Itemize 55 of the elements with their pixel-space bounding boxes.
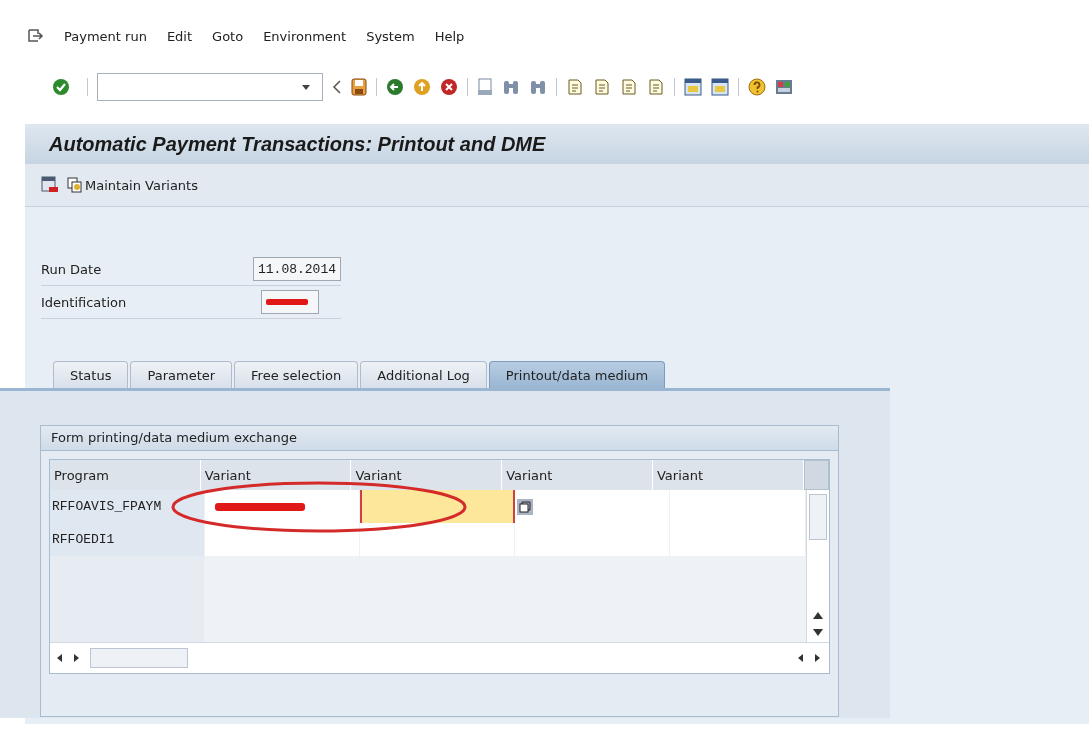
checkmark-icon[interactable] [52, 78, 70, 96]
window-icon[interactable] [684, 78, 702, 96]
command-field[interactable] [97, 73, 323, 101]
binoculars-icon[interactable] [529, 78, 547, 96]
table-cell[interactable] [515, 490, 670, 523]
table-cell[interactable] [205, 523, 360, 556]
group-title: Form printing/data medium exchange [41, 426, 838, 451]
binoculars-icon[interactable] [502, 78, 520, 96]
tab[interactable]: Printout/data medium [488, 361, 666, 388]
page-icon[interactable] [593, 78, 611, 96]
table-cell: RFFOEDI1 [50, 523, 205, 556]
tab[interactable]: Additional Log [360, 361, 487, 388]
maintain-variants-button[interactable]: Maintain Variants [65, 175, 200, 195]
copy-icon [67, 177, 83, 193]
page-icon[interactable] [647, 78, 665, 96]
field-label: Run Date [41, 261, 103, 277]
menu-item[interactable]: System [366, 28, 415, 44]
table-cell[interactable] [670, 490, 806, 523]
dropdown-caret-icon[interactable] [302, 84, 310, 90]
menu-item[interactable]: Edit [166, 28, 193, 44]
menu-item[interactable]: Help [434, 28, 465, 44]
cancel-icon[interactable] [440, 78, 458, 96]
tab[interactable]: Parameter [130, 361, 233, 388]
help-icon[interactable] [748, 78, 766, 96]
menu-item[interactable]: Environment [263, 28, 347, 44]
window-icon[interactable] [711, 78, 729, 96]
field-label: Identification [41, 294, 128, 310]
print-icon[interactable] [477, 78, 493, 96]
scroll-down-icon[interactable] [813, 629, 823, 636]
scroll-thumb[interactable] [90, 648, 188, 668]
tab[interactable]: Status [53, 361, 129, 388]
horizontal-scrollbar[interactable] [50, 642, 829, 673]
value-help-icon[interactable] [517, 498, 533, 515]
table-cell[interactable] [670, 523, 806, 556]
save-icon[interactable] [351, 78, 367, 96]
page-icon[interactable] [566, 78, 584, 96]
scroll-up-icon[interactable] [813, 612, 823, 619]
scroll-thumb[interactable] [809, 494, 827, 540]
redacted-field[interactable] [261, 290, 319, 314]
table-cell: RFFOAVIS_FPAYM [50, 490, 205, 523]
menu-item[interactable]: Payment run [64, 28, 147, 44]
menu-item[interactable]: Goto [212, 28, 244, 44]
vertical-scrollbar[interactable] [806, 490, 829, 642]
redacted-cell[interactable] [205, 490, 360, 523]
page-icon[interactable] [620, 78, 638, 96]
table-cell[interactable] [515, 523, 670, 556]
tab[interactable]: Free selection [234, 361, 359, 388]
back-icon[interactable] [386, 78, 404, 96]
input-cell[interactable] [360, 490, 515, 523]
input-field[interactable]: 11.08.2014 [253, 257, 341, 281]
triangle-left-icon[interactable] [332, 79, 342, 95]
settings-icon[interactable] [775, 78, 793, 96]
execute-icon[interactable] [41, 176, 59, 194]
screen-title: Automatic Payment Transactions: Printout and DME [25, 124, 1089, 164]
menu-icon[interactable] [28, 29, 44, 43]
